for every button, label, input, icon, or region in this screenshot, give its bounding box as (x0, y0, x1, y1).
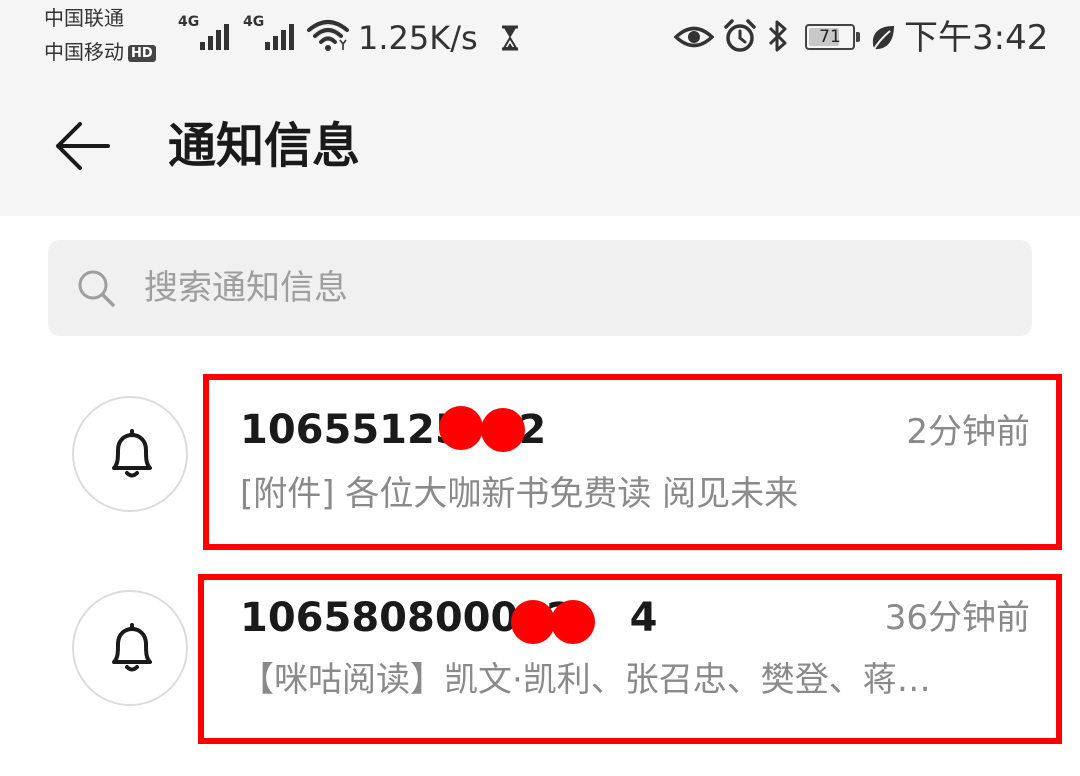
status-bar: 中国联通 中国移动 HD 4G 4G 1.25K/s 71 下午3:42 (0, 0, 1080, 80)
hourglass-icon (502, 25, 518, 51)
redaction-mark (439, 406, 483, 450)
search-bar[interactable] (48, 240, 1032, 336)
signal-icon: 4G (243, 14, 301, 54)
bluetooth-icon (768, 20, 787, 52)
redaction-mark (551, 600, 595, 644)
eye-icon (674, 26, 714, 48)
network-speed: 1.25K/s (358, 19, 478, 57)
page-title: 通知信息 (168, 118, 361, 174)
divider (240, 550, 1032, 551)
alarm-icon (724, 19, 756, 52)
carrier-name-secondary-label: 中国移动 (44, 40, 124, 64)
network-type-label: 4G (178, 14, 200, 30)
wifi-icon (307, 20, 349, 51)
notification-time: 2分钟前 (906, 412, 1030, 452)
arrow-left-icon (56, 122, 110, 170)
hd-badge: HD (128, 45, 156, 62)
network-type-label: 4G (243, 14, 265, 30)
sender-number: 106580800012004 (240, 594, 658, 642)
search-icon (78, 270, 115, 307)
bell-icon (112, 623, 152, 672)
notification-preview: 【咪咕阅读】凯文·凯利、张召忠、樊登、蒋… (240, 660, 931, 700)
notification-item[interactable]: 10655125002 2分钟前 [附件] 各位大咖新书免费读 阅见未来 (0, 362, 1080, 552)
carrier-name-primary: 中国联通 (44, 6, 124, 30)
redaction-mark (481, 408, 525, 452)
sender-number-tail: 4 (629, 595, 658, 641)
carrier-name-secondary: 中国移动 HD (44, 40, 156, 64)
bell-icon (112, 429, 152, 478)
search-input[interactable] (144, 240, 1004, 336)
status-clock: 下午3:42 (904, 18, 1049, 58)
notification-item[interactable]: 106580800012004 36分钟前 【咪咕阅读】凯文·凯利、张召忠、樊登… (0, 556, 1080, 746)
redaction-mark (511, 600, 555, 644)
avatar (72, 590, 188, 706)
back-button[interactable] (48, 110, 120, 182)
leaf-icon (872, 26, 894, 52)
notification-preview: [附件] 各位大咖新书免费读 阅见未来 (240, 474, 799, 514)
app-header: 通知信息 (0, 80, 1080, 216)
avatar (72, 396, 188, 512)
sender-number-visible: 10655125 (240, 407, 463, 453)
notification-time: 36分钟前 (884, 598, 1030, 638)
signal-icon: 4G (178, 14, 236, 54)
battery-level: 71 (819, 27, 841, 47)
battery-icon: 71 (805, 24, 860, 50)
